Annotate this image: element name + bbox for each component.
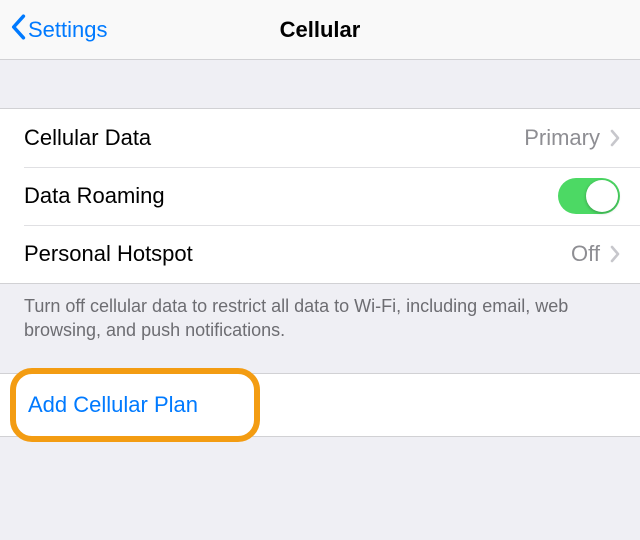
switch-knob — [586, 180, 618, 212]
cellular-data-row[interactable]: Cellular Data Primary — [0, 109, 640, 167]
back-label: Settings — [28, 17, 108, 43]
row-label: Personal Hotspot — [24, 241, 193, 267]
back-button[interactable]: Settings — [10, 0, 108, 60]
chevron-left-icon — [10, 14, 28, 46]
add-cellular-plan-button[interactable]: Add Cellular Plan — [0, 374, 640, 436]
section-gap — [0, 60, 640, 108]
row-label: Cellular Data — [24, 125, 151, 151]
row-label: Data Roaming — [24, 183, 165, 209]
settings-list: Cellular Data Primary Data Roaming Perso… — [0, 108, 640, 284]
data-roaming-row: Data Roaming — [0, 167, 640, 225]
action-list: Add Cellular Plan — [0, 373, 640, 437]
page-title: Cellular — [280, 17, 361, 43]
chevron-right-icon — [610, 129, 620, 147]
row-value-container: Off — [571, 241, 620, 267]
personal-hotspot-row[interactable]: Personal Hotspot Off — [0, 225, 640, 283]
section-footer-note: Turn off cellular data to restrict all d… — [0, 284, 640, 355]
row-value: Primary — [524, 125, 600, 151]
navbar: Settings Cellular — [0, 0, 640, 60]
chevron-right-icon — [610, 245, 620, 263]
row-value: Off — [571, 241, 600, 267]
action-label: Add Cellular Plan — [28, 392, 198, 418]
row-value-container: Primary — [524, 125, 620, 151]
data-roaming-toggle[interactable] — [558, 178, 620, 214]
